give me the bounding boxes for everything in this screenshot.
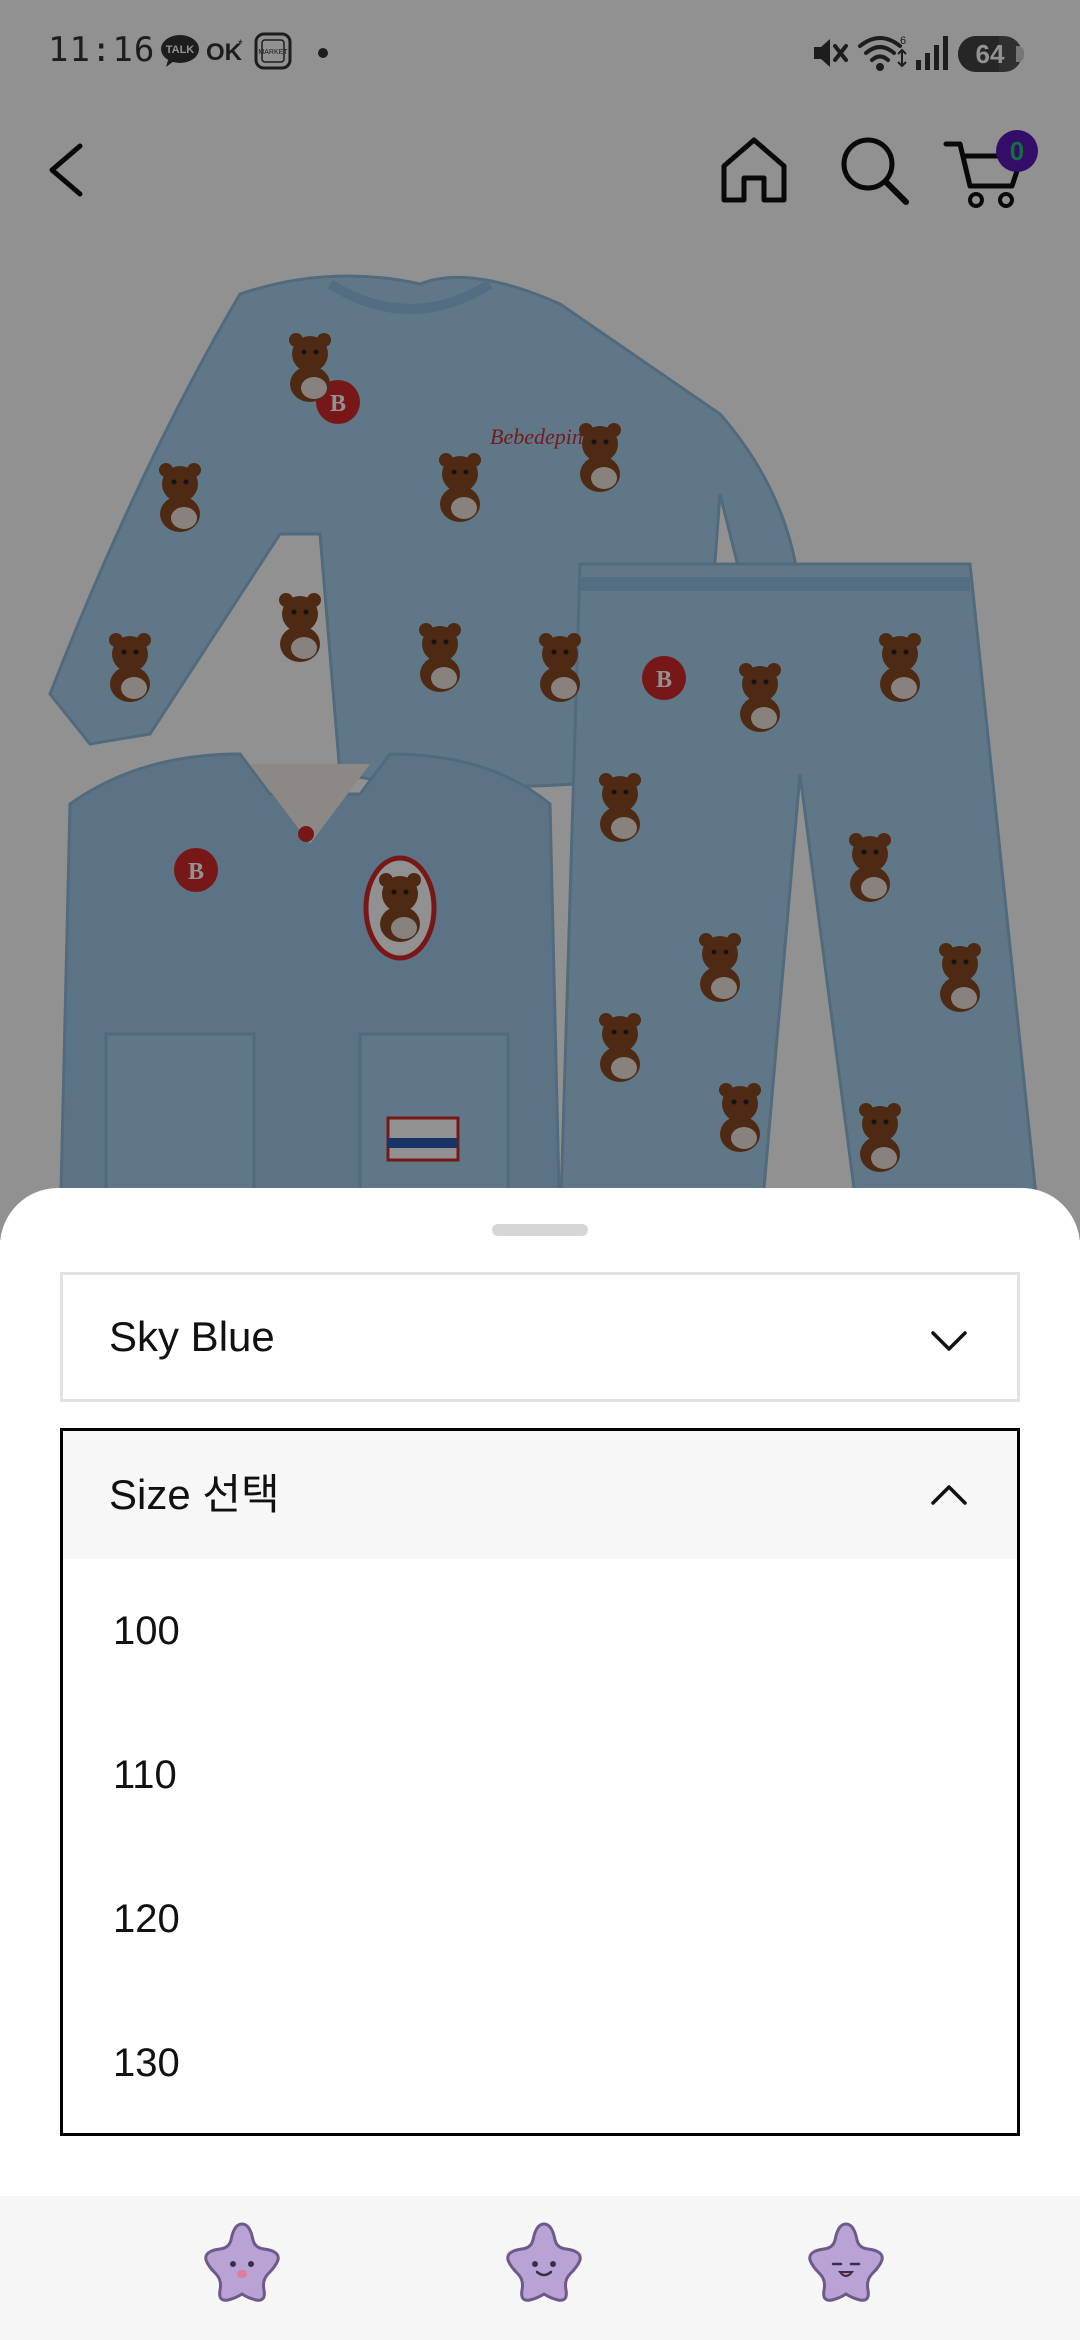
size-select-header[interactable]: Size 선택 [63, 1431, 1017, 1559]
star-character-icon[interactable] [802, 2218, 890, 2306]
star-character-icon[interactable] [500, 2218, 588, 2306]
size-option-label: 130 [113, 2041, 180, 2085]
size-option-130[interactable]: 130 [63, 1991, 1017, 2135]
size-option-100[interactable]: 100 [63, 1559, 1017, 1703]
size-option-120[interactable]: 120 [63, 1847, 1017, 1991]
sheet-drag-handle[interactable] [492, 1224, 588, 1236]
chevron-up-icon [931, 1485, 967, 1505]
color-select-value: Sky Blue [109, 1313, 275, 1360]
star-character-icon[interactable] [198, 2218, 286, 2306]
size-option-110[interactable]: 110 [63, 1703, 1017, 1847]
color-select[interactable]: Sky Blue [60, 1272, 1020, 1402]
chevron-down-icon [931, 1331, 967, 1351]
size-option-label: 120 [113, 1897, 180, 1941]
size-dropdown: Size 선택 100 110 120 130 [60, 1428, 1020, 2136]
size-option-label: 100 [113, 1609, 180, 1653]
size-select-label: Size 선택 [109, 1471, 280, 1518]
bottom-nav [0, 2196, 1080, 2340]
size-option-label: 110 [113, 1753, 177, 1797]
option-bottom-sheet: Sky Blue Size 선택 100 110 120 130 [0, 1188, 1080, 2340]
modal-backdrop[interactable] [0, 0, 1080, 1240]
